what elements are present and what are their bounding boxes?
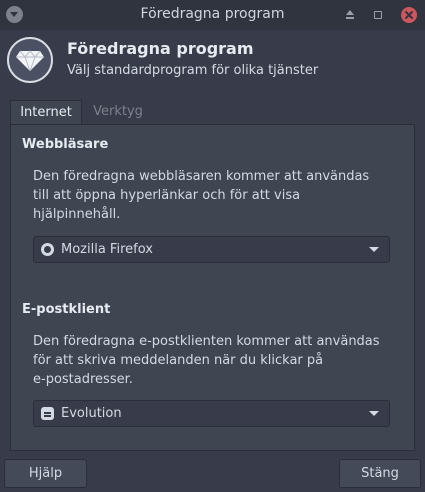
shade-button[interactable] [343,8,357,22]
tab-verktyg[interactable]: Verktyg [86,100,150,125]
diamond-icon [7,37,53,83]
browser-select-value: Mozilla Firefox [61,242,153,257]
mail-select[interactable]: Evolution [33,400,390,427]
browser-select[interactable]: Mozilla Firefox [33,236,390,263]
firefox-icon [41,243,54,256]
close-button[interactable]: Stäng [339,459,421,488]
maximize-button[interactable] [370,8,384,22]
mail-section-description: Den föredragna e-postklienten kommer att… [33,334,380,387]
window-titlebar[interactable]: Föredragna program [0,0,425,30]
evolution-icon [41,407,54,420]
chevron-down-icon [369,411,379,416]
mail-select-value: Evolution [61,406,122,421]
window-title: Föredragna program [140,6,285,22]
browser-section-description: Den föredragna webbläsaren kommer att an… [33,169,370,222]
page-subtitle: Välj standardprogram för olika tjänster [67,63,319,78]
help-button[interactable]: Hjälp [4,459,87,488]
browser-section-title: Webbläsare [22,137,109,152]
mail-section-title: E-postklient [22,302,111,317]
chevron-down-icon [369,247,379,252]
page-title: Föredragna program [67,39,254,58]
close-window-button[interactable] [401,7,417,23]
tab-internet[interactable]: Internet [10,100,82,125]
